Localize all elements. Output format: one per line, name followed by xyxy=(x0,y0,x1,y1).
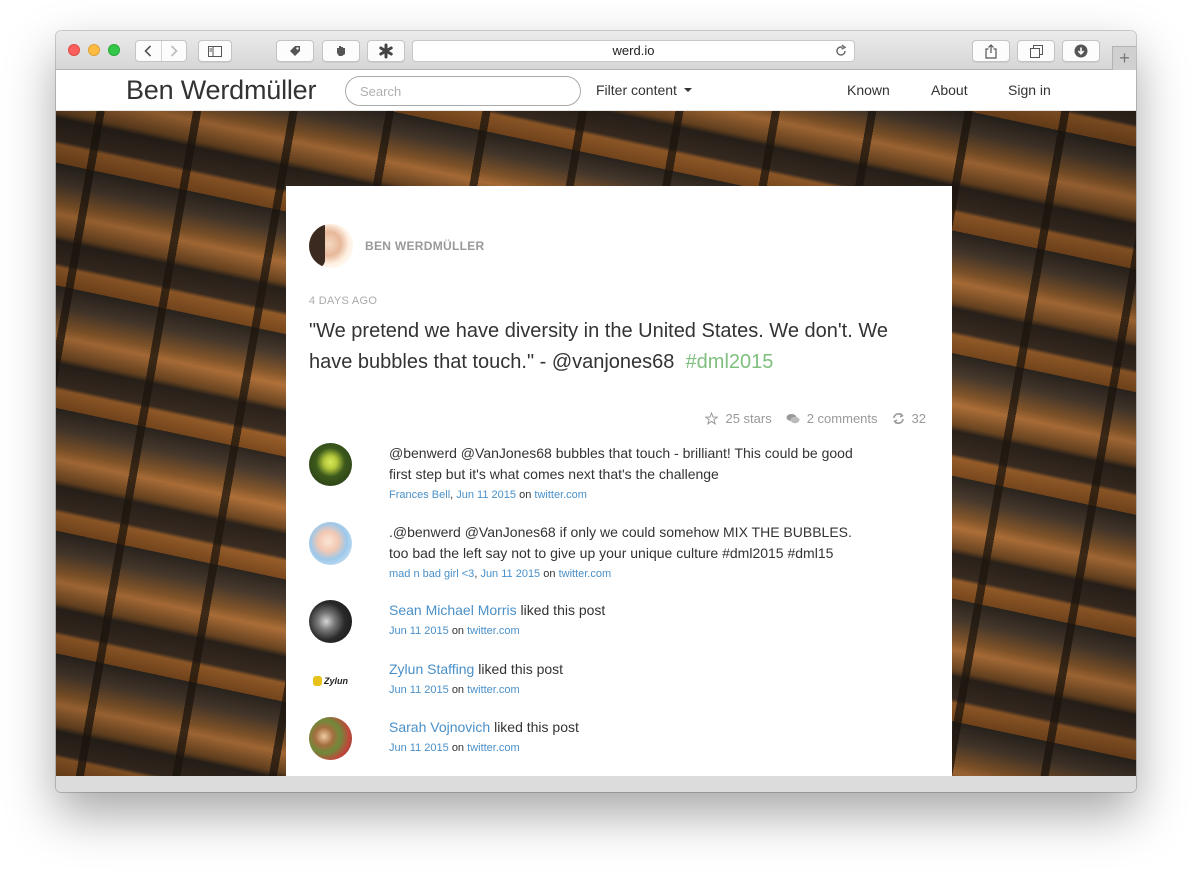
comments-count[interactable]: 2 comments xyxy=(786,411,878,426)
response-source-link[interactable]: twitter.com xyxy=(534,489,587,501)
response-date-link[interactable]: Jun 11 2015 xyxy=(389,625,449,637)
response-author-link[interactable]: Frances Bell xyxy=(389,489,450,501)
sidebar-icon xyxy=(208,45,222,57)
retweet-icon xyxy=(892,413,904,424)
response-meta: Jun 11 2015 on twitter.com xyxy=(389,625,859,637)
like-author-link[interactable]: Zylun Staffing xyxy=(389,661,474,677)
asterisk-icon xyxy=(379,43,393,59)
like-action: liked this post xyxy=(478,661,564,677)
like-author-link[interactable]: Sarah Vojnovich xyxy=(389,719,490,735)
history-nav xyxy=(135,40,187,62)
new-tab-button[interactable]: + xyxy=(1112,46,1136,70)
response-meta: Frances Bell, Jun 11 2015 on twitter.com xyxy=(389,489,587,501)
post-hashtag[interactable]: #dml2015 xyxy=(686,351,774,373)
reshares-label: 32 xyxy=(911,411,926,426)
share-button[interactable] xyxy=(972,40,1010,62)
download-icon xyxy=(1074,44,1088,58)
response-source-link[interactable]: twitter.com xyxy=(467,625,520,637)
filter-content-label: Filter content xyxy=(596,82,677,98)
zylun-logo-icon xyxy=(313,675,322,686)
filter-content-dropdown[interactable]: Filter content xyxy=(596,82,692,98)
response-avatar[interactable] xyxy=(309,522,352,565)
address-bar[interactable]: werd.io xyxy=(412,40,855,62)
response-meta: Jun 11 2015 on twitter.com xyxy=(389,684,859,696)
response-avatar[interactable] xyxy=(309,600,352,643)
extension-button-1[interactable] xyxy=(276,40,314,62)
response-author-link[interactable]: mad n bad girl <3 xyxy=(389,568,474,580)
post-card: BEN WERDMÜLLER 4 DAYS AGO "We pretend we… xyxy=(286,186,952,776)
response-source-link[interactable]: twitter.com xyxy=(467,684,520,696)
response-date-link[interactable]: Jun 11 2015 xyxy=(480,568,540,580)
response-source-link[interactable]: twitter.com xyxy=(559,568,612,580)
like-action: liked this post xyxy=(494,719,579,735)
response-on: on xyxy=(451,742,465,754)
stars-label: 25 stars xyxy=(725,411,772,426)
star-icon xyxy=(705,412,719,425)
post-body: "We pretend we have diversity in the Uni… xyxy=(309,316,919,378)
site-navbar: Ben Werdmüller Filter content Known Abou… xyxy=(56,70,1136,111)
share-icon xyxy=(985,43,997,59)
response-on: on xyxy=(451,625,465,637)
response-on: on xyxy=(519,489,532,501)
forward-button[interactable] xyxy=(160,41,186,61)
comments-icon xyxy=(786,413,800,423)
author-name[interactable]: BEN WERDMÜLLER xyxy=(365,239,485,253)
like-text: Sarah Vojnovich liked this post xyxy=(389,717,859,738)
nav-about[interactable]: About xyxy=(931,82,968,98)
search-input[interactable] xyxy=(345,76,581,106)
response-on: on xyxy=(451,684,465,696)
tag-icon xyxy=(290,46,300,56)
like-action: liked this post xyxy=(520,602,606,618)
like-text: Sean Michael Morris liked this post xyxy=(389,600,859,621)
window-bottom-bar xyxy=(56,776,1136,792)
response-avatar[interactable] xyxy=(309,717,352,760)
author-avatar[interactable] xyxy=(309,224,353,268)
comments-label: 2 comments xyxy=(806,411,878,426)
browser-toolbar: werd.io + xyxy=(56,31,1136,70)
reload-icon[interactable] xyxy=(834,44,848,58)
sidebar-button[interactable] xyxy=(198,40,232,62)
like-author-link[interactable]: Sean Michael Morris xyxy=(389,602,517,618)
chevron-left-icon xyxy=(144,45,152,57)
post-timestamp[interactable]: 4 DAYS AGO xyxy=(309,295,377,307)
extension-button-2[interactable] xyxy=(322,40,360,62)
chevron-right-icon xyxy=(170,45,178,57)
downloads-button[interactable] xyxy=(1062,40,1100,62)
tabs-overview-button[interactable] xyxy=(1017,40,1055,62)
tabs-icon xyxy=(1029,44,1043,58)
response-source-link[interactable]: twitter.com xyxy=(467,742,520,754)
response-text: .@benwerd @VanJones68 if only we could s… xyxy=(389,524,852,561)
zylun-logo-text: Zylun xyxy=(324,675,348,686)
response-avatar[interactable] xyxy=(309,443,352,486)
nav-sign-in[interactable]: Sign in xyxy=(1008,82,1051,98)
back-button[interactable] xyxy=(136,41,161,61)
response-date-link[interactable]: Jun 11 2015 xyxy=(389,684,449,696)
response-text: @benwerd @VanJones68 bubbles that touch … xyxy=(389,445,853,482)
caret-down-icon xyxy=(683,88,692,92)
post-author: BEN WERDMÜLLER xyxy=(309,224,485,268)
like-text: Zylun Staffing liked this post xyxy=(389,659,859,680)
minimize-window-button[interactable] xyxy=(88,44,100,56)
browser-window: werd.io + Ben Werdmüller Filter content … xyxy=(56,31,1136,792)
response-date-link[interactable]: Jun 11 2015 xyxy=(456,489,516,501)
hand-icon xyxy=(337,46,345,56)
url-text: werd.io xyxy=(612,43,655,58)
response-date-link[interactable]: Jun 11 2015 xyxy=(389,742,449,754)
response-on: on xyxy=(543,568,556,580)
response-meta: Jun 11 2015 on twitter.com xyxy=(389,742,859,754)
reshares-count[interactable]: 32 xyxy=(892,411,926,426)
site-brand[interactable]: Ben Werdmüller xyxy=(126,75,316,106)
nav-known[interactable]: Known xyxy=(847,82,890,98)
response-avatar[interactable]: Zylun xyxy=(309,659,352,702)
post-stats: 25 stars 2 comments 32 xyxy=(691,411,926,426)
stars-count[interactable]: 25 stars xyxy=(705,411,772,426)
close-window-button[interactable] xyxy=(68,44,80,56)
extension-button-3[interactable] xyxy=(367,40,405,62)
response-meta: mad n bad girl <3, Jun 11 2015 on twitte… xyxy=(389,568,612,580)
post-text: "We pretend we have diversity in the Uni… xyxy=(309,320,888,373)
maximize-window-button[interactable] xyxy=(108,44,120,56)
